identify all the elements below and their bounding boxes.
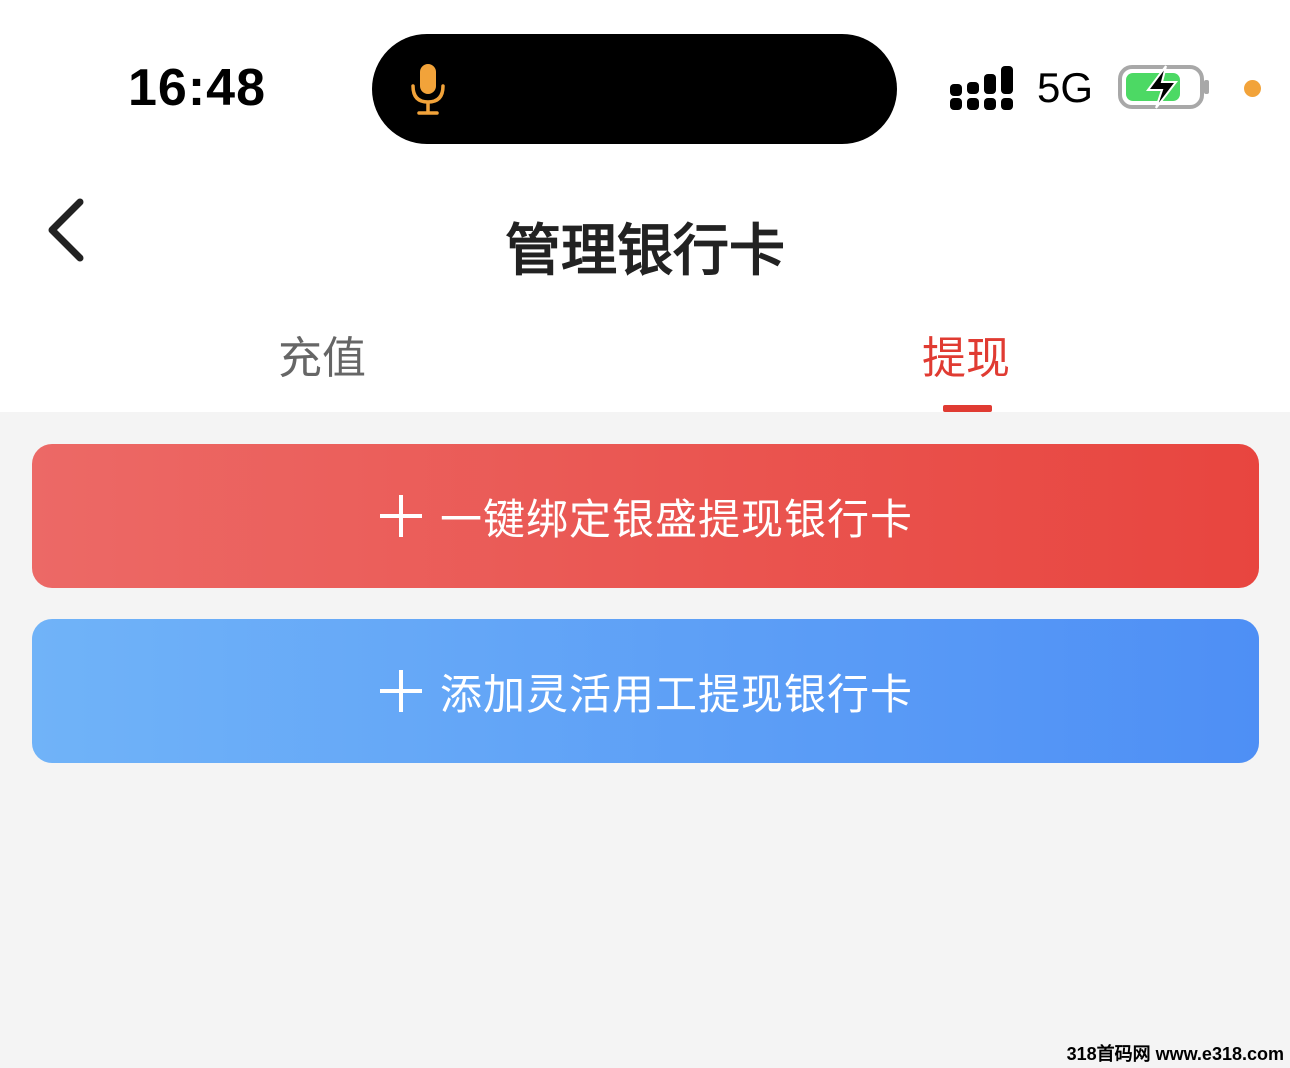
plus-icon bbox=[379, 670, 422, 712]
microphone-icon bbox=[411, 64, 445, 115]
privacy-indicator-dot bbox=[1244, 80, 1261, 97]
add-flexible-employment-card-label: 添加灵活用工提现银行卡 bbox=[439, 669, 913, 719]
bind-yinsheng-card-button[interactable]: 一键绑定银盛提现银行卡 bbox=[32, 444, 1259, 588]
page-title: 管理银行卡 bbox=[505, 219, 785, 284]
signal-icon bbox=[950, 66, 1013, 110]
network-type: 5G bbox=[1037, 64, 1094, 111]
add-flexible-employment-card-button[interactable]: 添加灵活用工提现银行卡 bbox=[32, 619, 1259, 763]
screen: 16:48 5G 管理银行卡 充值 提现 一键绑定银盛提现银行卡 添加灵活用工提… bbox=[0, 0, 1290, 1068]
tab-recharge[interactable]: 充值 bbox=[172, 322, 472, 386]
watermark: 318首码网 www.e318.com bbox=[1066, 1044, 1284, 1064]
status-time: 16:48 bbox=[128, 59, 266, 117]
bind-yinsheng-card-label: 一键绑定银盛提现银行卡 bbox=[439, 494, 913, 544]
dynamic-island bbox=[372, 34, 897, 144]
battery-charging-icon bbox=[1118, 65, 1209, 109]
plus-icon bbox=[379, 495, 422, 537]
active-tab-indicator bbox=[943, 405, 992, 412]
tab-withdraw[interactable]: 提现 bbox=[816, 322, 1116, 386]
